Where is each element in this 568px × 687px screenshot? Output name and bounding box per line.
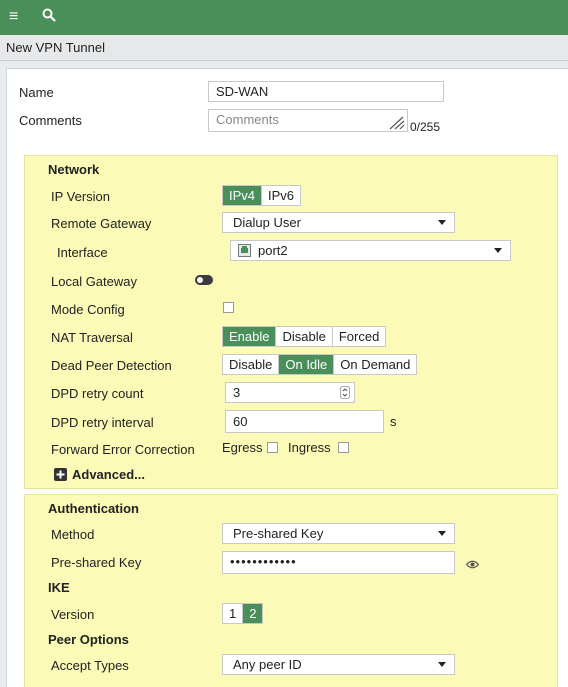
chevron-down-icon — [494, 248, 502, 253]
fec-ingress-label: Ingress — [288, 440, 331, 455]
dpd-retry-count-value: 3 — [233, 385, 241, 400]
interface-select[interactable]: port2 — [230, 240, 511, 261]
dpd-retry-interval-label: DPD retry interval — [51, 415, 154, 430]
nat-forced-option[interactable]: Forced — [333, 327, 385, 346]
page-title-bar: New VPN Tunnel — [0, 35, 568, 61]
accept-types-value: Any peer ID — [233, 657, 302, 672]
accept-types-label: Accept Types — [51, 658, 129, 673]
mode-config-checkbox[interactable] — [223, 302, 234, 313]
resize-handle-icon[interactable] — [389, 116, 405, 133]
peer-options-header: Peer Options — [48, 632, 129, 647]
dead-peer-detection-label: Dead Peer Detection — [51, 358, 172, 373]
comments-textarea[interactable]: Comments — [208, 109, 408, 132]
authentication-header: Authentication — [48, 501, 139, 516]
page-title: New VPN Tunnel — [6, 40, 105, 55]
dpd-on-demand-option[interactable]: On Demand — [334, 355, 416, 374]
dpd-retry-interval-unit: s — [390, 414, 397, 429]
method-select[interactable]: Pre-shared Key — [222, 523, 455, 544]
interface-label: Interface — [57, 245, 108, 260]
comments-label: Comments — [19, 113, 82, 128]
ike-header: IKE — [48, 580, 70, 595]
plus-icon[interactable] — [54, 468, 67, 484]
fec-egress-checkbox[interactable] — [267, 442, 278, 453]
chevron-down-icon — [438, 531, 446, 536]
network-header: Network — [48, 162, 100, 177]
ipv6-option[interactable]: IPv6 — [262, 186, 300, 205]
dpd-retry-count-label: DPD retry count — [51, 386, 144, 401]
local-gateway-toggle[interactable] — [195, 275, 213, 285]
menu-icon[interactable]: ≡ — [9, 8, 18, 26]
nat-traversal-label: NAT Traversal — [51, 330, 133, 345]
psk-input[interactable]: •••••••••••• — [222, 551, 455, 574]
ike-version-1-option[interactable]: 1 — [223, 604, 244, 623]
dpd-retry-interval-input[interactable]: 60 — [225, 410, 384, 433]
version-label: Version — [51, 607, 95, 622]
fec-label: Forward Error Correction — [51, 442, 195, 457]
advanced-toggle[interactable]: Advanced... — [72, 467, 145, 482]
local-gateway-label: Local Gateway — [51, 274, 137, 289]
method-label: Method — [51, 527, 95, 542]
ike-version-2-option[interactable]: 2 — [243, 604, 263, 623]
ipv4-option[interactable]: IPv4 — [223, 186, 263, 205]
chevron-down-icon — [438, 662, 446, 667]
dpd-retry-count-input[interactable]: 3 — [225, 382, 355, 403]
remote-gateway-value: Dialup User — [233, 215, 301, 230]
authentication-section: Authentication Method Pre-shared Key Pre… — [24, 494, 558, 687]
stepper-icon[interactable] — [340, 386, 350, 402]
nat-disable-option[interactable]: Disable — [276, 327, 333, 346]
fec-egress-label: Egress — [222, 440, 263, 455]
chevron-down-icon — [438, 220, 446, 225]
fec-ingress-checkbox[interactable] — [338, 442, 349, 453]
form-panel: Name SD-WAN Comments Comments 0/255 Netw… — [6, 68, 568, 687]
accept-types-select[interactable]: Any peer ID — [222, 654, 455, 675]
dpd-disable-option[interactable]: Disable — [223, 355, 280, 374]
dpd-on-idle-option[interactable]: On Idle — [279, 355, 335, 374]
network-section: Network IP Version IPv4 IPv6 Remote Gate… — [24, 155, 558, 489]
name-label: Name — [19, 85, 54, 100]
name-input[interactable]: SD-WAN — [208, 81, 444, 102]
ip-version-toggle: IPv4 IPv6 — [222, 185, 302, 206]
method-value: Pre-shared Key — [233, 526, 324, 541]
ike-version-toggle: 1 2 — [222, 603, 264, 624]
search-icon[interactable] — [42, 8, 56, 27]
nat-traversal-toggle: Enable Disable Forced — [222, 326, 387, 347]
ip-version-label: IP Version — [51, 189, 111, 204]
mode-config-label: Mode Config — [51, 302, 125, 317]
top-bar: ≡ — [0, 0, 568, 35]
dead-peer-detection-toggle: Disable On Idle On Demand — [222, 354, 418, 375]
psk-label: Pre-shared Key — [51, 555, 142, 570]
remote-gateway-select[interactable]: Dialup User — [222, 212, 455, 233]
nat-enable-option[interactable]: Enable — [223, 327, 277, 346]
eye-icon[interactable] — [465, 557, 480, 572]
port-icon — [238, 244, 251, 260]
comments-counter: 0/255 — [410, 120, 441, 134]
remote-gateway-label: Remote Gateway — [51, 216, 152, 231]
